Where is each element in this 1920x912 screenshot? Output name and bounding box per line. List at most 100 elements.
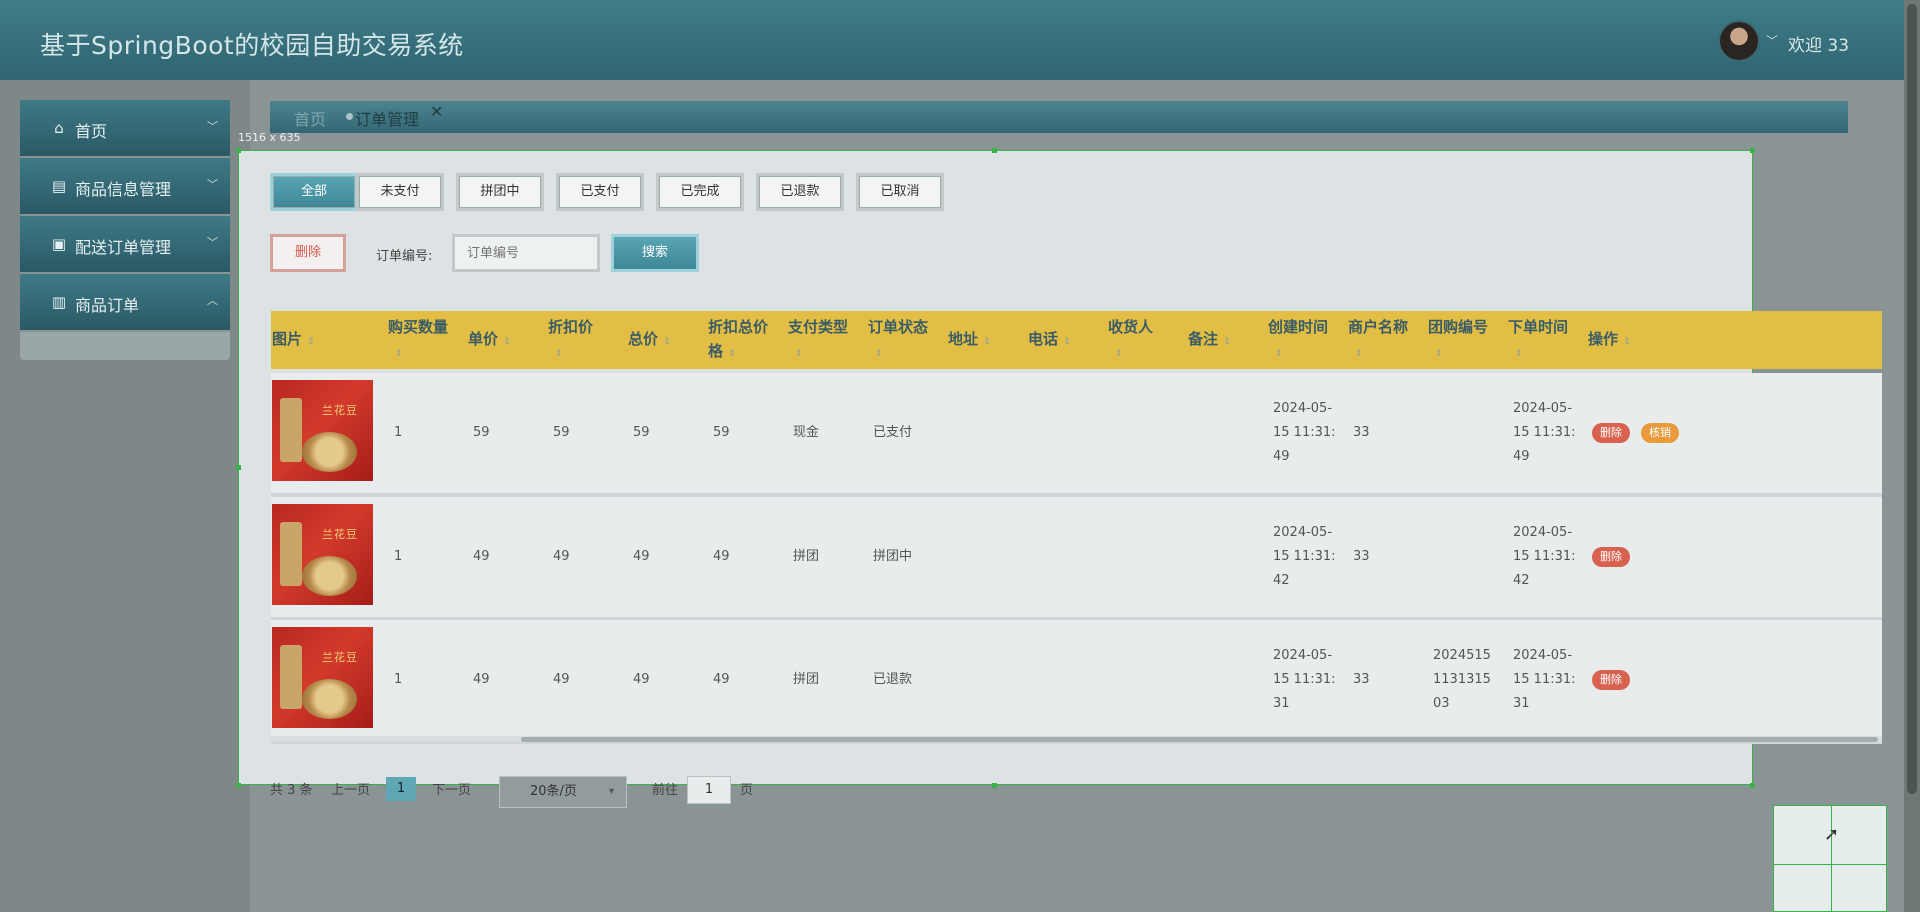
search-button[interactable]: 搜索 — [611, 234, 699, 272]
row-verify-button[interactable]: 核销 — [1641, 423, 1679, 443]
col-quantity[interactable]: 购买数量 — [388, 315, 448, 339]
cell-order-time-line1: 2024-05- — [1513, 525, 1573, 540]
order-number-input[interactable] — [452, 234, 600, 272]
resize-handle[interactable] — [1750, 783, 1755, 788]
sidebar: ⌂ 首页 ﹀ ▤ 商品信息管理 ﹀ ▣ 配送订单管理 ﹀ ▥ 商品订单 ︿ — [20, 100, 230, 360]
sidebar-item-product-info[interactable]: ▤ 商品信息管理 ﹀ — [20, 158, 230, 216]
col-quantity-label: 购买数量 — [388, 318, 449, 336]
filter-unpaid-button[interactable]: 未支付 — [356, 173, 444, 211]
col-image[interactable]: 图片 ⇕ — [272, 327, 315, 354]
cell-unit-price: 59 — [473, 425, 490, 440]
col-remark-label: 备注 — [1188, 330, 1219, 348]
sort-icon[interactable]: ⇕ — [983, 337, 991, 347]
product-bowl — [302, 432, 357, 472]
pagination-prev-button[interactable]: 上一页 — [331, 779, 370, 798]
col-group-number[interactable]: 团购编号 — [1428, 315, 1488, 339]
vertical-scrollbar-thumb[interactable] — [1907, 4, 1917, 794]
filter-all-button[interactable]: 全部 — [270, 173, 358, 211]
tab-order-management[interactable]: 订单管理 — [355, 106, 419, 130]
sort-icon[interactable]: ⇕ — [1623, 337, 1631, 347]
sort-icon[interactable]: ⇕ — [1223, 337, 1231, 347]
cell-created-time-line1: 2024-05- — [1273, 648, 1333, 663]
sort-icon[interactable]: ⇕ — [1355, 349, 1363, 359]
magnifier-crosshair-vertical — [1831, 806, 1832, 912]
sort-icon[interactable]: ⇕ — [663, 337, 671, 347]
filter-cancelled-button[interactable]: 已取消 — [856, 173, 944, 211]
delete-button[interactable]: 删除 — [270, 234, 346, 272]
col-merchant[interactable]: 商户名称 — [1348, 315, 1408, 339]
chevron-down-icon: ▾ — [608, 786, 614, 797]
col-pay-type[interactable]: 支付类型 — [788, 315, 848, 339]
cell-total: 49 — [633, 549, 650, 564]
sort-icon[interactable]: ⇕ — [1063, 337, 1071, 347]
cell-created-time-line2: 15 11:31: — [1273, 425, 1336, 440]
sidebar-item-home[interactable]: ⌂ 首页 ﹀ — [20, 100, 230, 158]
cell-total: 59 — [633, 425, 650, 440]
sort-icon[interactable]: ⇕ — [503, 337, 511, 347]
cell-discount-total: 49 — [713, 672, 730, 687]
col-order-time[interactable]: 下单时间 — [1508, 315, 1568, 339]
resize-handle[interactable] — [236, 783, 241, 788]
table-row[interactable] — [271, 497, 1882, 617]
col-receiver-label: 收货人 — [1108, 318, 1154, 336]
cell-created-time-line3: 31 — [1273, 696, 1290, 711]
col-merchant-label: 商户名称 — [1348, 318, 1409, 336]
col-created-time[interactable]: 创建时间 — [1268, 315, 1328, 339]
sort-icon[interactable]: ⇕ — [1115, 349, 1123, 359]
row-delete-button[interactable]: 删除 — [1592, 547, 1630, 567]
tab-home[interactable]: 首页 — [294, 106, 326, 130]
col-order-status[interactable]: 订单状态 — [868, 315, 928, 339]
filter-paid-button[interactable]: 已支付 — [556, 173, 644, 211]
col-address[interactable]: 地址 ⇕ — [948, 327, 991, 354]
row-delete-button[interactable]: 删除 — [1592, 670, 1630, 690]
filter-refunded-button[interactable]: 已退款 — [756, 173, 844, 211]
pagination-next-button[interactable]: 下一页 — [432, 779, 471, 798]
col-receiver[interactable]: 收货人 — [1108, 315, 1153, 339]
page-size-select[interactable]: 20条/页 ▾ — [499, 776, 627, 808]
product-bag — [280, 398, 302, 462]
sort-icon[interactable]: ⇕ — [1275, 349, 1283, 359]
sort-icon[interactable]: ⇕ — [555, 349, 563, 359]
col-discount-price[interactable]: 折扣价 — [548, 315, 593, 339]
filter-grouping-button[interactable]: 拼团中 — [456, 173, 544, 211]
pagination-goto-input[interactable]: 1 — [687, 776, 731, 804]
col-address-label: 地址 — [948, 330, 979, 348]
product-text: 兰花豆 — [322, 651, 358, 664]
resize-handle[interactable] — [992, 148, 997, 153]
col-remark[interactable]: 备注 ⇕ — [1188, 327, 1231, 354]
sidebar-item-delivery-orders[interactable]: ▣ 配送订单管理 ﹀ — [20, 216, 230, 274]
cell-order-time-line1: 2024-05- — [1513, 648, 1573, 663]
col-phone[interactable]: 电话 ⇕ — [1028, 327, 1071, 354]
sort-icon[interactable]: ⇕ — [728, 349, 736, 359]
resize-handle[interactable] — [992, 783, 997, 788]
pagination-current-page[interactable]: 1 — [386, 777, 416, 801]
sort-icon[interactable]: ⇕ — [307, 337, 315, 347]
resize-handle[interactable] — [236, 148, 241, 153]
sort-icon[interactable]: ⇕ — [875, 349, 883, 359]
sidebar-item-product-orders[interactable]: ▥ 商品订单 ︿ — [20, 274, 230, 332]
magnifier-crosshair-horizontal — [1774, 864, 1887, 865]
row-delete-button[interactable]: 删除 — [1592, 423, 1630, 443]
sort-icon[interactable]: ⇕ — [795, 349, 803, 359]
sort-icon[interactable]: ⇕ — [1435, 349, 1443, 359]
resize-handle[interactable] — [236, 465, 241, 470]
cell-merchant: 33 — [1353, 425, 1370, 440]
cell-discount-total: 59 — [713, 425, 730, 440]
close-icon[interactable]: ✕ — [430, 102, 443, 121]
col-discount-total[interactable]: 折扣总价 — [708, 315, 768, 339]
chevron-down-icon[interactable]: ﹀ — [1766, 32, 1778, 49]
col-total[interactable]: 总价 ⇕ — [628, 327, 671, 354]
resize-handle[interactable] — [1750, 148, 1755, 153]
user-avatar[interactable] — [1718, 20, 1760, 62]
horizontal-scrollbar-thumb[interactable] — [521, 737, 1878, 742]
cell-discount-price: 49 — [553, 672, 570, 687]
filter-completed-button[interactable]: 已完成 — [656, 173, 744, 211]
welcome-text[interactable]: 欢迎 33 — [1788, 31, 1849, 56]
col-unit-price[interactable]: 单价 ⇕ — [468, 327, 511, 354]
col-discount-total-label-2: 格 — [708, 342, 724, 360]
sort-icon[interactable]: ⇕ — [1515, 349, 1523, 359]
cell-order-status: 已退款 — [873, 672, 913, 687]
col-order-time-label: 下单时间 — [1508, 318, 1569, 336]
sort-icon[interactable]: ⇕ — [395, 349, 403, 359]
table-row[interactable] — [271, 620, 1882, 740]
